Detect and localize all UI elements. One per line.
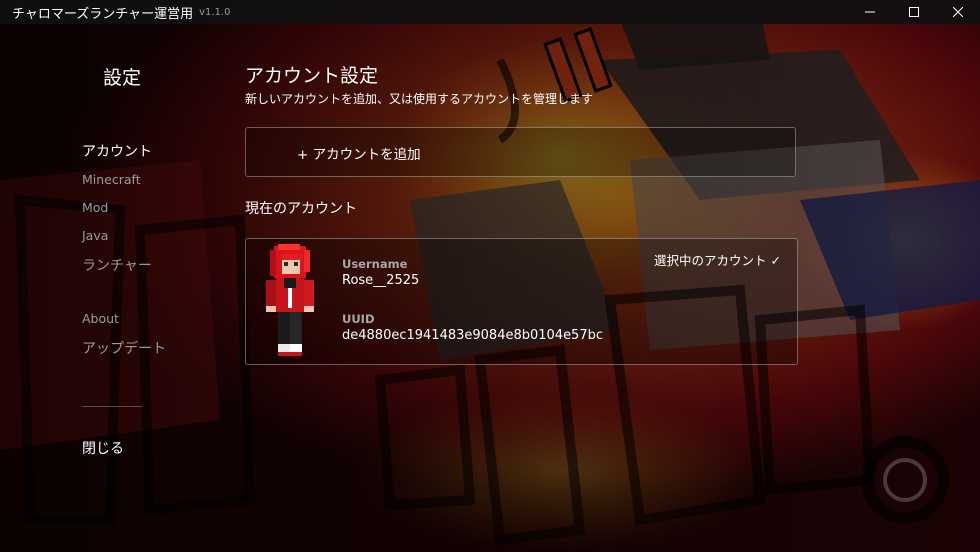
sidebar-item-update[interactable]: アップデート [82,338,166,358]
window-controls [848,0,980,24]
app-title: チャロマーズランチャー運営用 [12,6,194,22]
app-version: v1.1.0 [199,6,231,18]
username-value: Rose__2525 [342,273,420,288]
sidebar-item-about[interactable]: About [82,311,119,326]
selected-account-badge: 選択中のアカウント ✓ [654,253,781,268]
minimize-button[interactable] [848,0,892,24]
page-subtitle: 新しいアカウントを追加、又は使用するアカウントを管理します [245,92,594,106]
player-skin-avatar [266,244,314,356]
uuid-label: UUID [342,312,375,326]
current-accounts-heading: 現在のアカウント [245,201,357,217]
close-settings-button[interactable]: 閉じる [82,438,124,458]
page-title: アカウント設定 [245,65,379,87]
uuid-value: de4880ec1941483e9084e8b0104e57bc [342,328,604,343]
maximize-icon [909,7,919,17]
close-icon [953,7,963,17]
sidebar-item-java[interactable]: Java [82,228,108,243]
minimize-icon [865,11,875,13]
add-account-button[interactable]: + アカウントを追加 [245,127,796,177]
add-account-label: + アカウントを追加 [297,147,421,163]
account-card[interactable]: Username Rose__2525 UUID de4880ec1941483… [245,238,798,365]
sidebar-item-account[interactable]: アカウント [82,141,152,161]
sidebar-divider [82,406,142,407]
username-label: Username [342,257,408,271]
maximize-button[interactable] [892,0,936,24]
close-button[interactable] [936,0,980,24]
sidebar-item-minecraft[interactable]: Minecraft [82,172,141,187]
launcher-window: チャロマーズランチャー運営用 v1.1.0 設定 アカウント Minecraft… [0,0,980,552]
sidebar-item-launcher[interactable]: ランチャー [82,255,152,275]
sidebar-title: 設定 [103,67,142,89]
sidebar-item-mod[interactable]: Mod [82,200,108,215]
title-bar[interactable]: チャロマーズランチャー運営用 v1.1.0 [0,0,980,24]
